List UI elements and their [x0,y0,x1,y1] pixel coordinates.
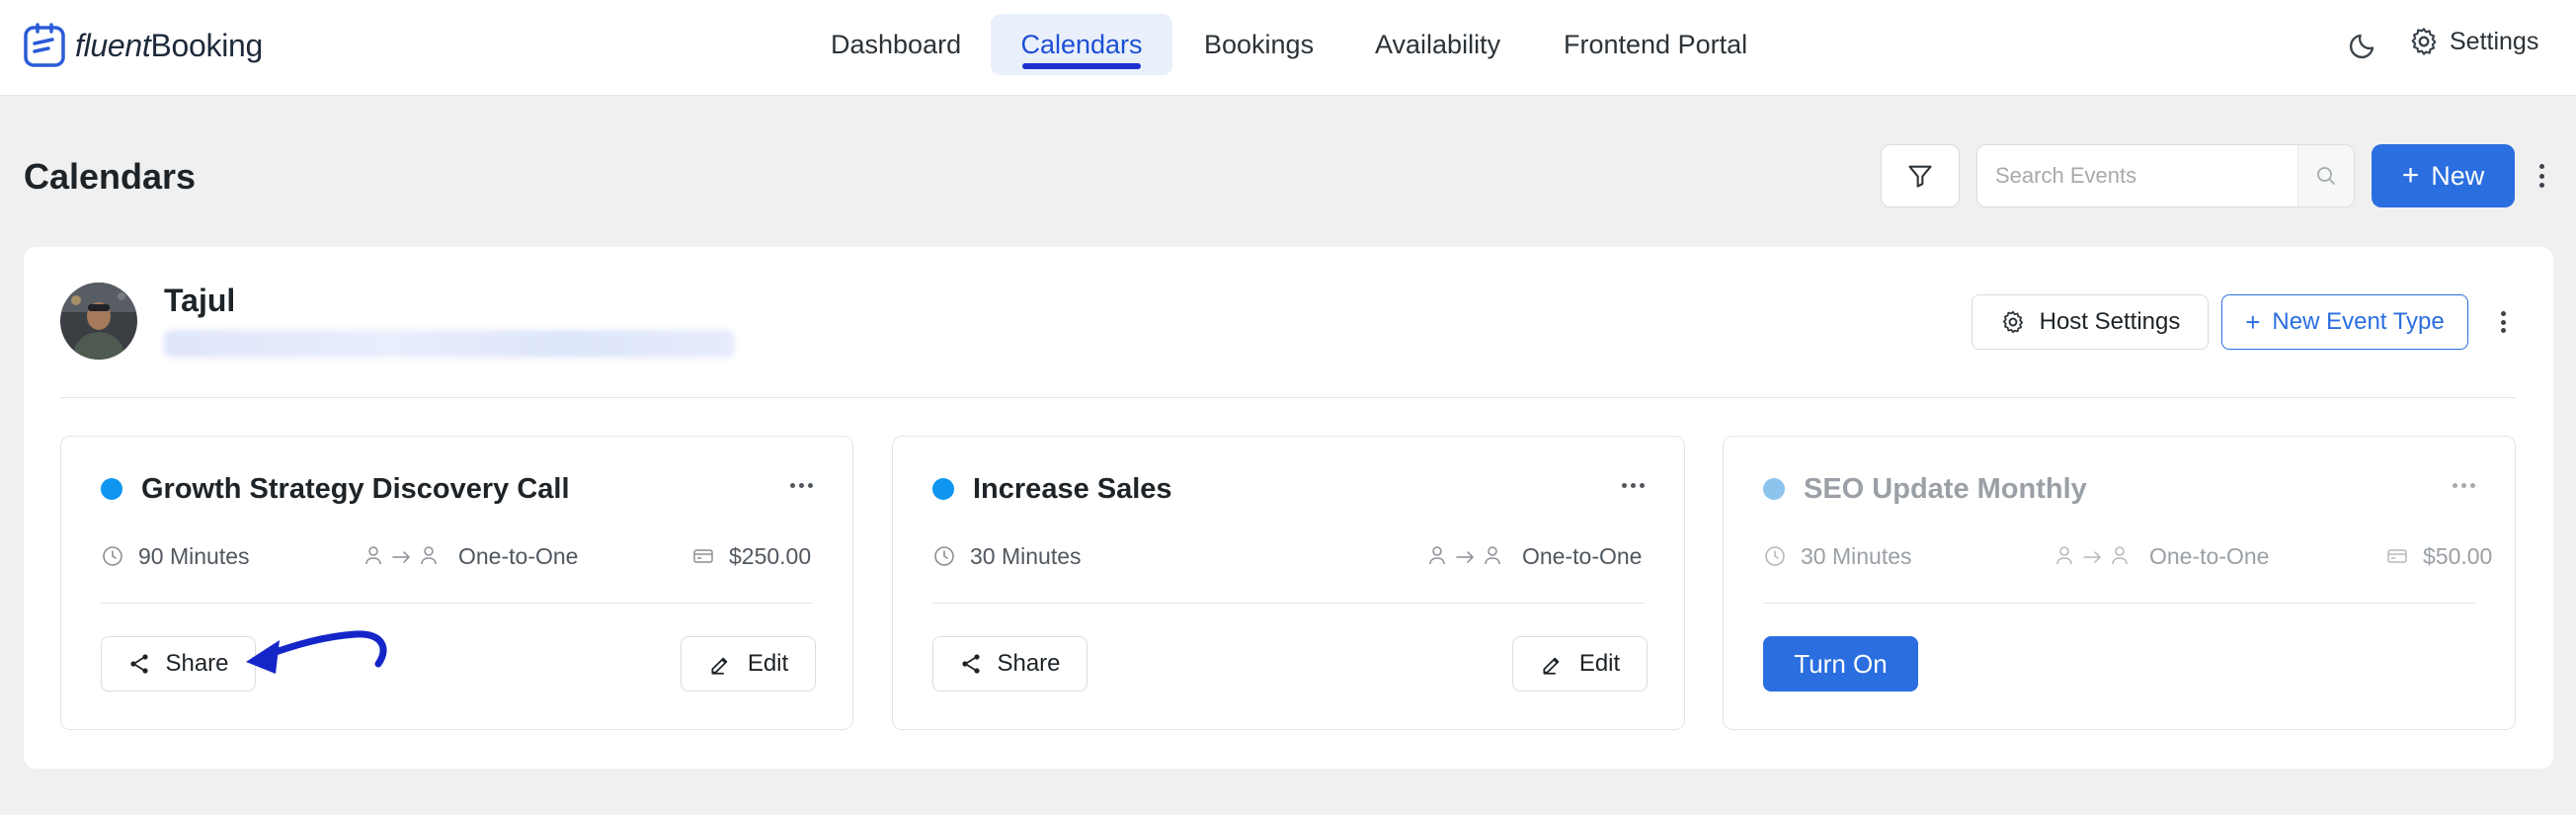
nav-dashboard[interactable]: Dashboard [831,14,969,75]
host-email-redacted [164,330,735,358]
event-price: $50.00 [2385,541,2492,571]
event-price: $250.00 [691,541,811,571]
price-text: $250.00 [729,542,812,569]
plus-icon: + [2245,307,2261,337]
pencil-icon [1543,657,1560,675]
type-text: One-to-One [2149,542,2270,569]
fluentbooking-logo[interactable]: fluentBooking [24,22,263,69]
share-icon [130,654,149,674]
event-duration: 30 Minutes [932,541,1082,571]
nav-calendars-label: Calendars [1020,30,1143,59]
clock-icon [103,546,122,566]
share-icon [962,654,981,674]
avatar [60,283,137,360]
annotation-arrow-icon [246,630,387,674]
nav-calendars[interactable]: Calendars [991,14,1172,75]
event-title[interactable]: Growth Strategy Discovery Call [141,473,570,506]
one-to-one-icon [2056,546,2128,565]
event-duration: 90 Minutes [101,541,250,571]
turn-on-button[interactable]: Turn On [1763,636,1918,692]
host-settings-label: Host Settings [2039,308,2181,335]
event-card: Growth Strategy Discovery Call 90 Minute… [60,436,853,730]
divider [932,603,1645,604]
plus-icon: + [2401,159,2420,192]
event-title[interactable]: SEO Update Monthly [1804,473,2087,506]
edit-button[interactable]: Edit [1512,636,1648,692]
edit-label: Edit [1578,650,1621,677]
event-type: One-to-One [2054,541,2269,571]
event-type: One-to-One [1427,541,1642,571]
nav-active-underline [1022,63,1141,69]
one-to-one-icon [365,546,437,565]
divider [101,603,813,604]
event-card: SEO Update Monthly 30 Minutes One-to-One [1723,436,2516,730]
share-button[interactable]: Share [932,636,1087,692]
duration-text: 30 Minutes [970,542,1082,569]
event-more-options-icon[interactable] [1622,483,1645,488]
new-event-type-label: New Event Type [2272,308,2445,335]
event-more-options-icon[interactable] [2453,483,2475,488]
divider [1763,603,2475,604]
settings-label: Settings [2450,27,2539,55]
type-text: One-to-One [1522,542,1643,569]
search-button[interactable] [2297,145,2354,206]
event-type: One-to-One [363,541,578,571]
status-dot [101,478,122,500]
host-settings-button[interactable]: Host Settings [1972,294,2209,350]
logo-icon [24,23,65,67]
page-more-options-icon[interactable] [2534,160,2549,192]
event-duration: 30 Minutes [1763,541,1912,571]
credit-card-icon [693,549,713,563]
gear-icon [2002,310,2023,334]
status-dot [932,478,954,500]
pencil-icon [711,657,728,675]
status-dot [1763,478,1785,500]
new-event-type-button[interactable]: + New Event Type [2221,294,2468,350]
share-label: Share [997,650,1061,677]
event-title[interactable]: Increase Sales [973,473,1172,506]
credit-card-icon [2387,549,2407,563]
nav-frontend-portal[interactable]: Frontend Portal [1564,14,1761,75]
share-label: Share [165,650,229,677]
new-button-label: New [2431,160,2485,191]
filter-button[interactable] [1881,144,1960,207]
search-icon [2317,167,2335,185]
new-button[interactable]: + New [2372,144,2515,207]
search-events [1976,144,2355,207]
logo-text: fluentBooking [75,28,263,64]
nav-availability[interactable]: Availability [1375,14,1513,75]
search-input[interactable] [1977,145,2297,206]
settings-link[interactable]: Settings [2408,26,2538,57]
event-card: Increase Sales 30 Minutes One-to-One Sha… [892,436,1685,730]
host-more-options-icon[interactable] [2495,308,2511,336]
type-text: One-to-One [458,542,579,569]
edit-label: Edit [747,650,789,677]
gear-icon [2411,28,2437,55]
divider [60,397,2516,398]
page-title: Calendars [24,156,197,197]
event-more-options-icon[interactable] [790,483,813,488]
clock-icon [934,546,954,566]
filter-icon [1908,165,1932,188]
duration-text: 30 Minutes [1801,542,1912,569]
host-calendar-card: Tajul Host Settings + New Event Type Gro… [24,247,2553,769]
share-button[interactable]: Share [101,636,256,692]
edit-button[interactable]: Edit [681,636,816,692]
clock-icon [1765,546,1785,566]
price-text: $50.00 [2423,542,2493,569]
logo-prefix: fluent [75,27,151,63]
top-navigation-bar: fluentBooking Dashboard Calendars Bookin… [0,0,2576,96]
logo-suffix: Booking [150,27,264,63]
one-to-one-icon [1429,546,1500,565]
duration-text: 90 Minutes [138,542,250,569]
host-name: Tajul [164,283,236,318]
nav-bookings[interactable]: Bookings [1204,14,1323,75]
moon-icon[interactable] [2349,28,2380,59]
